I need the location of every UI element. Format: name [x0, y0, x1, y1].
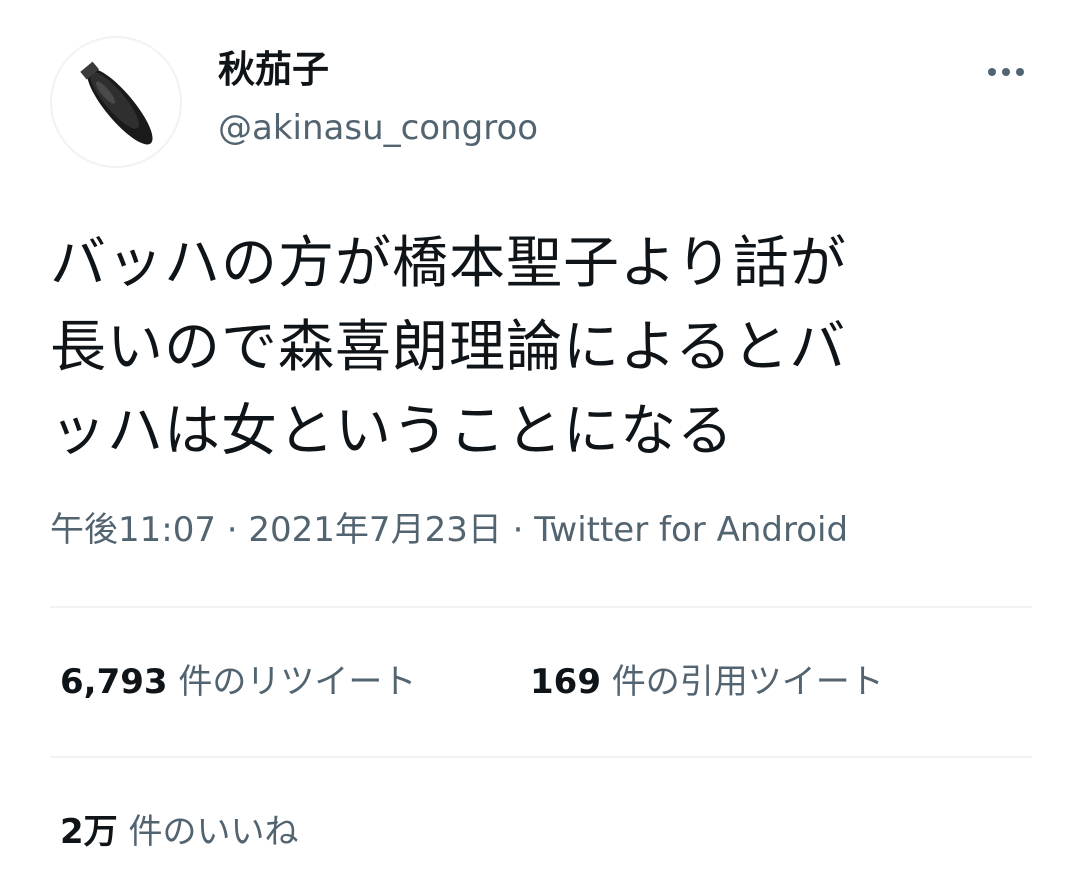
tweet-timestamp[interactable]: 午後11:07 · 2021年7月23日 · Twitter for Andro… [50, 508, 848, 552]
divider [50, 606, 1032, 608]
divider [50, 756, 1032, 758]
eggplant-avatar-image [80, 61, 153, 145]
likes-stat[interactable]: 2万 件のいいね [60, 810, 298, 854]
retweets-label: 件のリツイート [178, 662, 417, 702]
likes-count: 2万 [60, 812, 118, 852]
more-horizontal-icon [988, 68, 1024, 76]
retweets-stat[interactable]: 6,793 件のリツイート [60, 660, 416, 704]
quote-tweets-label: 件の引用ツイート [611, 662, 884, 702]
quote-tweets-count: 169 [530, 662, 601, 702]
avatar[interactable] [50, 36, 182, 168]
author-handle[interactable]: @akinasu_congroo [218, 106, 538, 150]
quote-tweets-stat[interactable]: 169 件の引用ツイート [530, 660, 884, 704]
retweets-count: 6,793 [60, 662, 168, 702]
author-display-name[interactable]: 秋茄子 [218, 48, 329, 92]
tweet-text: バッハの方が橋本聖子より話が 長いので森喜朗理論によるとバ ッハは女ということに… [50, 231, 847, 464]
likes-label: 件のいいね [128, 812, 299, 852]
more-options-button[interactable] [978, 52, 1034, 92]
